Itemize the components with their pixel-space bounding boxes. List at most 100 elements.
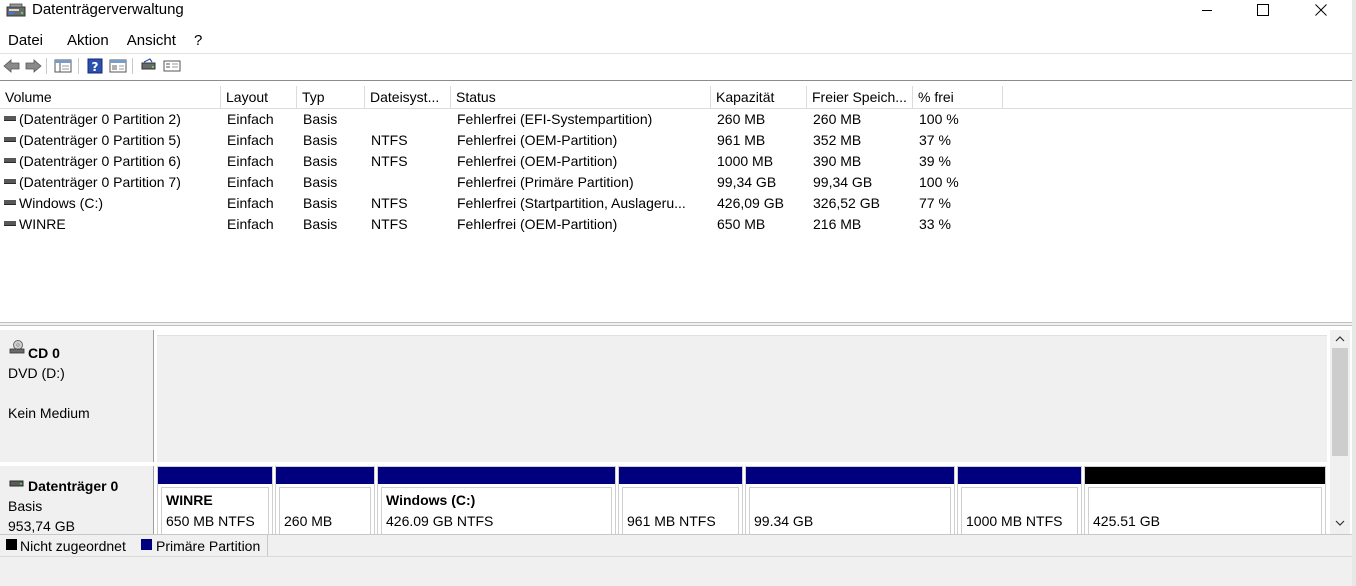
cell-status: Fehlerfrei (Startpartition, Auslageru... <box>457 195 686 211</box>
volume-icon <box>4 179 16 184</box>
cell-status: Fehlerfrei (Primäre Partition) <box>457 174 634 190</box>
column-header-volume[interactable]: Volume <box>0 86 221 109</box>
cd-drive-icon <box>9 340 25 357</box>
maximize-button[interactable] <box>1240 0 1286 20</box>
partition-body: 961 MB NTFS <box>622 487 739 534</box>
partition-block[interactable]: 961 MB NTFS <box>618 466 743 534</box>
column-header-dateisystem[interactable]: Dateisyst... <box>365 86 451 109</box>
column-header-typ[interactable]: Typ <box>297 86 365 109</box>
cell-freier-speicher: 352 MB <box>813 132 862 148</box>
volume-icon <box>4 158 16 163</box>
cell-volume: (Datenträger 0 Partition 5) <box>19 132 181 148</box>
partition-name: WINRE <box>166 492 213 508</box>
cell-status: Fehlerfrei (OEM-Partition) <box>457 216 618 232</box>
scroll-up-arrow-icon[interactable] <box>1330 330 1350 348</box>
partition-name: Windows (C:) <box>386 492 476 508</box>
partition-type-bar <box>158 467 272 484</box>
column-header-layout[interactable]: Layout <box>221 86 297 109</box>
partition-body: 1000 MB NTFS <box>961 487 1078 534</box>
menu-help[interactable]: ? <box>186 30 210 52</box>
console-tree-icon[interactable] <box>53 57 73 75</box>
table-row[interactable]: (Datenträger 0 Partition 6) Einfach Basis N… <box>0 151 1352 172</box>
cell-kapazitaet: 426,09 GB <box>717 195 784 211</box>
table-row[interactable]: (Datenträger 0 Partition 2) Einfach Basis F… <box>0 109 1352 130</box>
title-bar[interactable]: Datenträgerverwaltung <box>0 0 1356 26</box>
cell-kapazitaet: 1000 MB <box>717 153 774 169</box>
cell-prozent-frei: 100 % <box>919 111 959 127</box>
connect-icon[interactable] <box>162 57 182 75</box>
close-button[interactable] <box>1298 0 1344 20</box>
cell-volume: (Datenträger 0 Partition 2) <box>19 111 181 127</box>
disk-label-cd0[interactable]: CD 0 DVD (D:) Kein Medium <box>0 330 154 462</box>
column-header-status[interactable]: Status <box>451 86 711 109</box>
disk-icon <box>9 476 25 492</box>
cell-kapazitaet: 961 MB <box>717 132 766 148</box>
rescan-icon[interactable] <box>139 57 159 75</box>
table-row[interactable]: (Datenträger 0 Partition 7) Einfach Basis F… <box>0 172 1352 193</box>
disk-title-cd0: CD 0 <box>28 345 60 361</box>
legend-label-primary: Primäre Partition <box>156 538 261 554</box>
cell-freier-speicher: 260 MB <box>813 111 862 127</box>
cell-dateisystem: NTFS <box>371 216 408 232</box>
partition-size: 650 MB NTFS <box>166 513 255 529</box>
table-row[interactable]: (Datenträger 0 Partition 5) Einfach Basis N… <box>0 130 1352 151</box>
volume-icon <box>4 137 16 142</box>
cell-prozent-frei: 37 % <box>919 132 951 148</box>
help-icon[interactable]: ? <box>85 57 105 75</box>
toolbar-separator <box>132 58 133 74</box>
disk-title-disk0: Datenträger 0 <box>28 478 119 494</box>
volume-icon <box>4 221 16 226</box>
legend-swatch-unallocated <box>6 539 17 550</box>
cell-volume: (Datenträger 0 Partition 6) <box>19 153 181 169</box>
partition-size: 99.34 GB <box>754 513 814 529</box>
menu-datei[interactable]: Datei <box>0 30 51 52</box>
window-right-border <box>1352 0 1356 586</box>
disk-body-cd0[interactable] <box>157 335 1327 462</box>
pane-splitter[interactable] <box>0 322 1352 326</box>
volume-icon <box>4 200 16 205</box>
partition-block[interactable]: 1000 MB NTFS <box>957 466 1082 534</box>
volume-icon <box>4 116 16 121</box>
cell-typ: Basis <box>303 153 338 169</box>
scroll-down-arrow-icon[interactable] <box>1330 514 1350 532</box>
table-row[interactable]: Windows (C:) Einfach Basis NTFS Fehlerfrei (… <box>0 193 1352 214</box>
partition-body: WINRE 650 MB NTFS <box>161 487 269 534</box>
cell-status: Fehlerfrei (OEM-Partition) <box>457 132 618 148</box>
volume-list: Volume Layout Typ Dateisyst... Status Ka… <box>0 80 1352 322</box>
partition-block[interactable]: Windows (C:) 426.09 GB NTFS <box>377 466 616 534</box>
partition-block[interactable]: 260 MB <box>275 466 375 534</box>
partition-type-bar <box>276 467 374 484</box>
column-header-kapazitaet[interactable]: Kapazität <box>711 86 807 109</box>
toolbar: ? <box>0 55 1356 78</box>
cell-typ: Basis <box>303 216 338 232</box>
column-header-freier-speicher[interactable]: Freier Speich... <box>807 86 913 109</box>
partition-size: 426.09 GB NTFS <box>386 513 494 529</box>
partition-body: 260 MB <box>279 487 371 534</box>
partition-size: 1000 MB NTFS <box>966 513 1063 529</box>
partition-block[interactable]: WINRE 650 MB NTFS <box>157 466 273 534</box>
properties-icon[interactable] <box>108 57 128 75</box>
table-row[interactable]: WINRE Einfach Basis NTFS Fehlerfrei (OEM-Par… <box>0 214 1352 235</box>
cell-dateisystem <box>371 109 451 130</box>
minimize-button[interactable] <box>1184 0 1230 20</box>
partition-block[interactable]: 425.51 GB <box>1084 466 1326 534</box>
scrollbar-thumb[interactable] <box>1332 348 1348 456</box>
vertical-scrollbar[interactable] <box>1330 330 1350 534</box>
disk-management-icon <box>6 2 26 20</box>
cell-dateisystem: NTFS <box>371 195 408 211</box>
back-icon[interactable] <box>2 57 22 75</box>
disk-capacity: 953,74 GB <box>8 518 75 534</box>
menu-aktion[interactable]: Aktion <box>59 30 117 52</box>
partition-block[interactable]: 99.34 GB <box>745 466 955 534</box>
menu-divider <box>0 53 1352 54</box>
cell-freier-speicher: 99,34 GB <box>813 174 873 190</box>
disk-label-disk0[interactable]: Datenträger 0 Basis 953,74 GB <box>0 466 154 534</box>
cell-prozent-frei: 77 % <box>919 195 951 211</box>
cell-volume: Windows (C:) <box>19 195 104 211</box>
forward-icon[interactable] <box>23 57 43 75</box>
column-header-prozent-frei[interactable]: % frei <box>913 86 1003 109</box>
cell-volume: (Datenträger 0 Partition 7) <box>19 174 181 190</box>
cell-kapazitaet: 650 MB <box>717 216 766 232</box>
menu-ansicht[interactable]: Ansicht <box>119 30 184 52</box>
partition-type-bar <box>1085 467 1325 484</box>
